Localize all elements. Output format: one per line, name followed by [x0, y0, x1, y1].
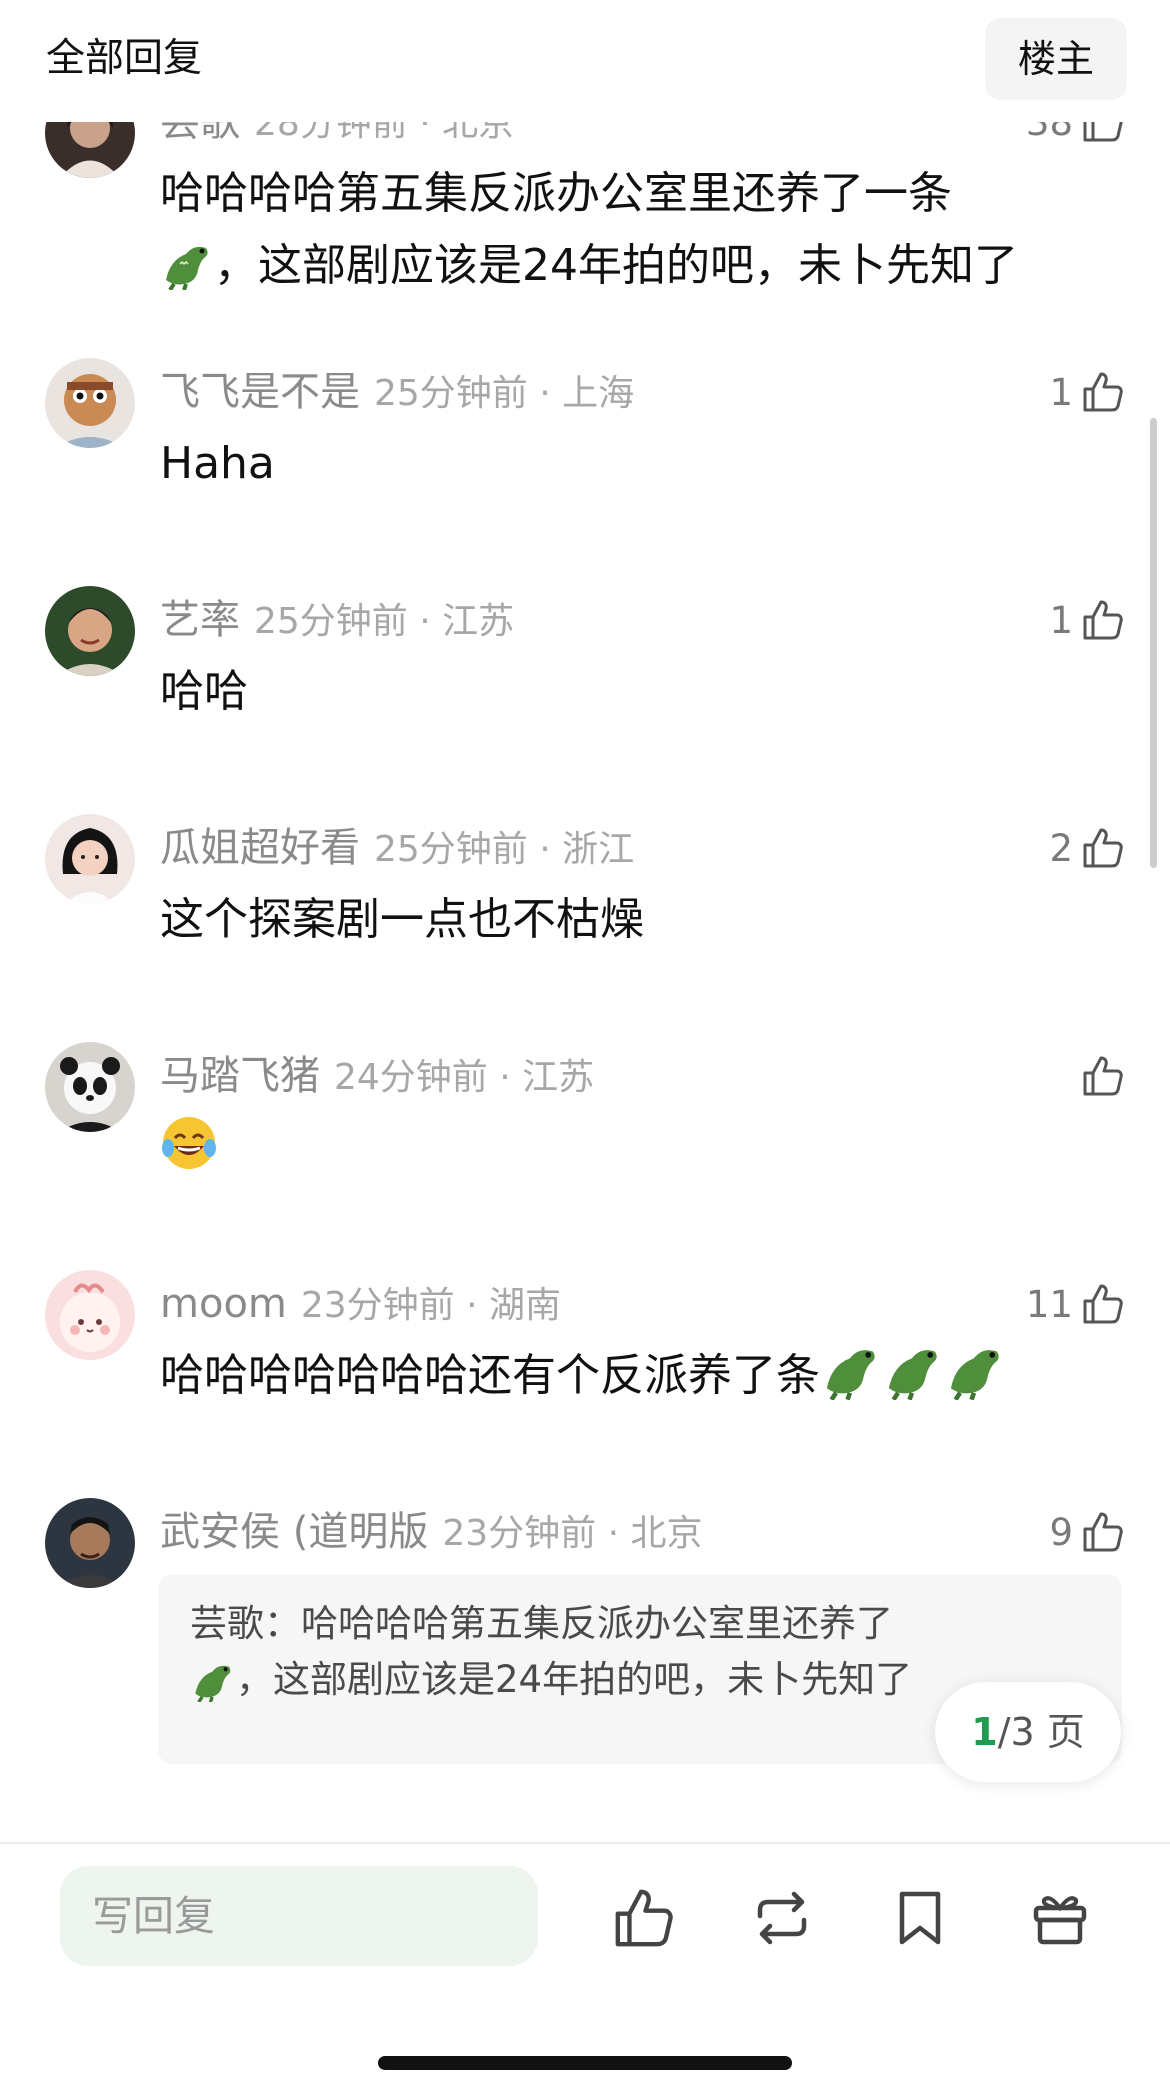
tears-of-joy-emoji — [160, 1114, 218, 1172]
thumbs-up-icon[interactable] — [1081, 1510, 1125, 1554]
like-button[interactable]: 1 — [1049, 592, 1125, 648]
page-title: 全部回复 — [46, 36, 203, 81]
time-location: 25分钟前 · 浙江 — [374, 829, 635, 870]
total-pages: /3 页 — [997, 1710, 1085, 1754]
comment-list: 芸歌 28分钟前 · 北京 38 哈哈哈哈第五集反派办公室里还养了一条 ，这部剧应… — [0, 108, 1170, 1850]
username[interactable]: moom — [160, 1281, 287, 1327]
username[interactable]: 艺率 — [160, 597, 240, 643]
time-location: 25分钟前 · 上海 — [374, 373, 635, 414]
comment-item: 艺率 25分钟前 · 江苏 1 哈哈 — [0, 586, 1170, 717]
time-location: 23分钟前 · 北京 — [442, 1513, 703, 1554]
owner-only-button[interactable]: 楼主 — [985, 18, 1127, 100]
username[interactable]: 瓜姐超好看 — [160, 825, 360, 871]
comment-text: Haha — [160, 438, 275, 489]
comment-item: 瓜姐超好看 25分钟前 · 浙江 2 这个探案剧一点也不枯燥 — [0, 814, 1170, 945]
thumbs-up-icon[interactable] — [1081, 598, 1125, 642]
comment-text — [160, 1112, 1090, 1184]
page-indicator[interactable]: 1/3 页 — [935, 1682, 1121, 1782]
thumbs-up-icon[interactable] — [612, 1886, 676, 1950]
bookmark-icon[interactable] — [888, 1886, 952, 1950]
comment-item: 飞飞是不是 25分钟前 · 上海 1 Haha — [0, 358, 1170, 489]
header: 全部回复 楼主 — [0, 0, 1170, 122]
comment-text: 这个探案剧一点也不枯燥 — [160, 894, 644, 945]
quoted-reply-line: ，这部剧应该是24年拍的吧，未卜先知了 — [236, 1658, 913, 1701]
avatar[interactable] — [45, 1498, 135, 1588]
comment-meta: moom 23分钟前 · 湖南 — [160, 1276, 561, 1332]
reply-input[interactable]: 写回复 — [60, 1866, 538, 1966]
quoted-reply-text: 芸歌：哈哈哈哈第五集反派办公室里还养了 ，这部剧应该是24年拍的吧，未卜先知了 — [190, 1596, 970, 1708]
avatar[interactable] — [45, 358, 135, 448]
time-location: 25分钟前 · 江苏 — [254, 601, 515, 642]
time-location: 23分钟前 · 湖南 — [300, 1285, 562, 1326]
username[interactable]: 武安侯 (道明版 — [160, 1509, 428, 1555]
like-button[interactable] — [1073, 1048, 1125, 1104]
username[interactable]: 飞飞是不是 — [160, 369, 360, 415]
like-button[interactable]: 9 — [1049, 1504, 1125, 1560]
thumbs-up-icon[interactable] — [1081, 826, 1125, 870]
username[interactable]: 马踏飞猪 — [160, 1053, 320, 1099]
comment-meta: 瓜姐超好看 25分钟前 · 浙江 — [160, 820, 634, 876]
comment-item: 马踏飞猪 24分钟前 · 江苏 — [0, 1042, 1170, 1169]
like-count: 9 — [1049, 1510, 1073, 1554]
crocodile-emoji — [160, 240, 214, 290]
comment-text-part: 哈哈哈哈第五集反派办公室里还养了一条 — [160, 168, 952, 219]
like-count: 1 — [1049, 598, 1073, 642]
quoted-reply-line: 芸歌：哈哈哈哈第五集反派办公室里还养了 — [190, 1602, 893, 1645]
like-count: 1 — [1049, 370, 1073, 414]
comment-meta: 飞飞是不是 25分钟前 · 上海 — [160, 364, 634, 420]
comment-item: moom 23分钟前 · 湖南 11 哈哈哈哈哈哈哈还有个反派养了条 — [0, 1270, 1170, 1401]
comment-meta: 武安侯 (道明版 23分钟前 · 北京 — [160, 1504, 702, 1560]
like-count: 2 — [1049, 826, 1073, 870]
comment-text: 哈哈哈哈哈哈哈还有个反派养了条 — [160, 1340, 1090, 1412]
comment-reply-screen: 全部回复 楼主 芸歌 28分钟前 · 北京 38 哈哈哈哈第五集反派办公室里还养了… — [0, 0, 1170, 2100]
comment-text: 哈哈哈哈第五集反派办公室里还养了一条 ，这部剧应该是24年拍的吧，未卜先知了 — [160, 158, 1090, 302]
comment-item: 芸歌 28分钟前 · 北京 38 哈哈哈哈第五集反派办公室里还养了一条 ，这部剧应… — [0, 108, 1170, 338]
repost-icon[interactable] — [750, 1886, 814, 1950]
avatar[interactable] — [45, 814, 135, 904]
comment-meta: 马踏飞猪 24分钟前 · 江苏 — [160, 1048, 594, 1104]
crocodile-emoji — [944, 1342, 1006, 1400]
avatar[interactable] — [45, 586, 135, 676]
scrollbar[interactable] — [1150, 418, 1157, 868]
like-count: 11 — [1025, 1282, 1073, 1326]
thumbs-up-icon[interactable] — [1081, 1282, 1125, 1326]
bottom-action-bar: 写回复 — [0, 1842, 1170, 2100]
home-indicator[interactable] — [378, 2056, 792, 2070]
avatar[interactable] — [45, 1270, 135, 1360]
comment-text-part: 哈哈哈哈哈哈哈还有个反派养了条 — [160, 1350, 820, 1401]
gift-icon[interactable] — [1028, 1886, 1092, 1950]
avatar[interactable] — [45, 1042, 135, 1132]
comment-text-part: ，这部剧应该是24年拍的吧，未卜先知了 — [214, 240, 1018, 291]
thumbs-up-icon[interactable] — [1081, 1054, 1125, 1098]
like-button[interactable]: 11 — [1026, 1276, 1125, 1332]
crocodile-emoji — [882, 1342, 944, 1400]
time-location: 24分钟前 · 江苏 — [334, 1057, 595, 1098]
comment-meta: 艺率 25分钟前 · 江苏 — [160, 592, 514, 648]
thumbs-up-icon[interactable] — [1081, 370, 1125, 414]
reply-placeholder: 写回复 — [92, 1892, 215, 1940]
like-button[interactable]: 1 — [1049, 364, 1125, 420]
current-page: 1 — [971, 1710, 998, 1754]
comment-text: 哈哈 — [160, 666, 248, 717]
like-button[interactable]: 2 — [1049, 820, 1125, 876]
crocodile-emoji — [190, 1660, 236, 1702]
crocodile-emoji — [820, 1342, 882, 1400]
